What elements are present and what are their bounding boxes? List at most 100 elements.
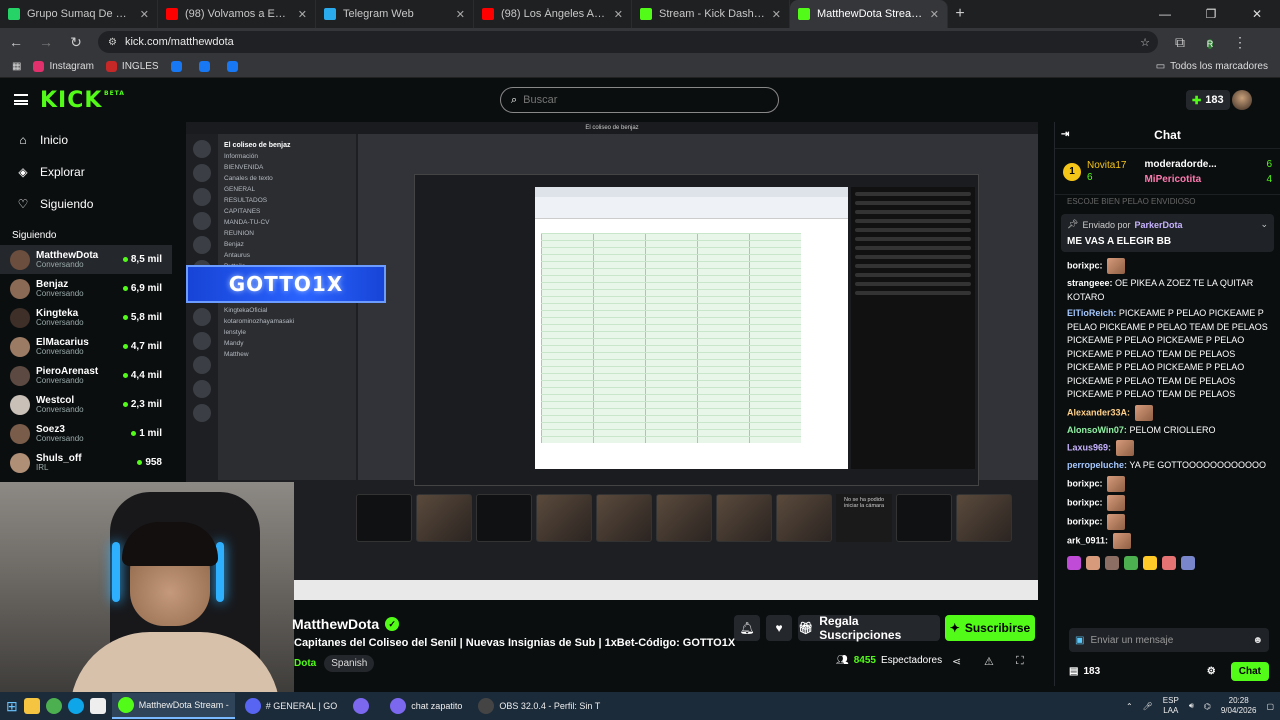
browser-tab[interactable]: Grupo Sumaq De Crispín Alegría ✕ (0, 0, 158, 28)
close-tab-icon[interactable]: ✕ (930, 8, 939, 21)
chat-username[interactable]: borixpc: (1067, 497, 1103, 507)
network-icon[interactable]: ⌬ (1204, 702, 1211, 711)
following-channel[interactable]: MatthewDota Conversando 8,5 mil (0, 245, 172, 274)
file-explorer-icon[interactable] (23, 698, 40, 714)
bookmark-star-icon[interactable]: ☆ (1140, 36, 1150, 49)
kick-logo[interactable]: KICK BETA (40, 88, 124, 113)
hamburger-menu-icon[interactable] (14, 94, 28, 105)
taskbar-app[interactable]: # GENERAL | GO (239, 693, 344, 719)
language-indicator[interactable]: ESP LAA (1163, 696, 1179, 715)
notification-bell-button[interactable]: 🔔︎ (734, 615, 760, 641)
emote[interactable] (1067, 555, 1081, 570)
pinned-message[interactable]: 📌︎ Enviado por ParkerDota ⌄ ME VAS A ELE… (1061, 214, 1274, 252)
close-window-button[interactable]: ✕ (1234, 0, 1280, 28)
following-channel[interactable]: Soez3 Conversando 1 mil (0, 419, 172, 448)
send-chat-button[interactable]: Chat (1230, 661, 1269, 681)
reload-button[interactable]: ↻ (68, 34, 84, 51)
nav-item-explorar[interactable]: ◈ Explorar (0, 156, 172, 188)
channel-name[interactable]: MatthewDota ✓ (292, 616, 400, 632)
browser-tab[interactable]: (98) Los Ángeles Azules - Nunc ✕ (474, 0, 632, 28)
chat-username[interactable]: ark_0911: (1067, 535, 1108, 545)
windows-start-icon[interactable]: ⊞ (6, 698, 18, 715)
close-tab-icon[interactable]: ✕ (456, 8, 465, 21)
emoji-icon[interactable]: ☻ (1252, 635, 1263, 646)
stream-video[interactable]: El coliseo de benjaz El coliseo de benja… (186, 122, 1038, 600)
chat-username[interactable]: ElTioReich: (1067, 308, 1116, 318)
settings-icon[interactable]: ⚙ (1207, 666, 1216, 677)
bookmark-item[interactable]: Instagram (33, 61, 94, 72)
store-icon[interactable] (89, 698, 106, 714)
bookmark-item[interactable] (226, 61, 243, 72)
search-input[interactable] (523, 94, 754, 106)
url-field[interactable]: ⚙ kick.com/matthewdota ☆ (98, 31, 1158, 53)
close-tab-icon[interactable]: ✕ (140, 8, 149, 21)
emote[interactable] (1124, 555, 1138, 570)
following-channel[interactable]: PieroArenast Conversando 4,4 mil (0, 361, 172, 390)
browser-tab[interactable]: MatthewDota Stream - Wa ✕ (790, 0, 948, 28)
clip-icon[interactable]: ⛶ (1016, 655, 1024, 668)
more-menu-icon[interactable]: ⋮ (1232, 34, 1248, 51)
close-tab-icon[interactable]: ✕ (614, 8, 623, 21)
following-channel[interactable]: ElMacarius Conversando 4,7 mil (0, 332, 172, 361)
gifter-name[interactable]: moderadorde... (1144, 157, 1216, 172)
bookmark-item[interactable] (170, 61, 187, 72)
taskbar-app[interactable]: OBS 32.0.4 - Perfil: Sin T (472, 693, 606, 719)
chrome-icon[interactable] (45, 698, 62, 714)
chat-username[interactable]: Laxus969: (1067, 442, 1111, 452)
apps-grid-icon[interactable]: ▦ (12, 61, 21, 72)
gifter-name[interactable]: Novita17 (1087, 160, 1126, 172)
close-tab-icon[interactable]: ✕ (298, 8, 307, 21)
emote[interactable] (1143, 555, 1157, 570)
taskbar-app[interactable]: MatthewDota Stream - (111, 693, 235, 719)
bookmark-item[interactable] (198, 61, 215, 72)
share-icon[interactable]: ⋖ (952, 655, 961, 668)
close-tab-icon[interactable]: ✕ (772, 8, 781, 21)
kicks-balance[interactable]: ✚ 183 (1186, 90, 1230, 110)
edge-icon[interactable] (67, 698, 84, 714)
chat-username[interactable]: perropeluche: (1067, 460, 1127, 470)
browser-tab[interactable]: Telegram Web ✕ (316, 0, 474, 28)
volume-icon[interactable]: 🔊︎ (1189, 701, 1194, 711)
following-channel[interactable]: Benjaz Conversando 6,9 mil (0, 274, 172, 303)
profile-button[interactable]: R (1202, 34, 1218, 51)
nav-item-siguiendo[interactable]: ♡ Siguiendo (0, 188, 172, 220)
browser-tab[interactable]: (98) Volvamos a Empezar - You ✕ (158, 0, 316, 28)
chat-input[interactable]: ▣ Enviar un mensaje ☻ (1069, 628, 1269, 652)
maximize-button[interactable]: ❐ (1188, 0, 1234, 28)
new-tab-button[interactable]: + (948, 5, 972, 23)
following-channel[interactable]: Shuls_off IRL 958 (0, 448, 172, 477)
clock[interactable]: 20:28 9/04/2026 (1221, 696, 1257, 715)
pinned-user[interactable]: ParkerDota (1134, 220, 1182, 230)
taskbar-app[interactable]: chat zapatito (384, 693, 468, 719)
chat-username[interactable]: strangeee: (1067, 278, 1113, 288)
gift-subs-button[interactable]: 🎁︎ Regala Suscripciones (798, 614, 940, 642)
gifter-name[interactable]: MiPericotita (1144, 172, 1201, 187)
chat-username[interactable]: borixpc: (1067, 260, 1103, 270)
follow-heart-button[interactable]: ♥ (766, 615, 792, 641)
site-info-icon[interactable]: ⚙ (108, 37, 117, 48)
language-tag[interactable]: Spanish (324, 655, 375, 672)
emote[interactable] (1181, 555, 1195, 570)
report-icon[interactable]: ⚠ (984, 655, 994, 668)
bookmark-item[interactable]: INGLES (105, 61, 159, 72)
user-avatar[interactable] (1232, 90, 1252, 110)
following-channel[interactable]: Westcol Conversando 2,3 mil (0, 390, 172, 419)
browser-tab[interactable]: Stream - Kick Dashboard ✕ (632, 0, 790, 28)
nav-item-inicio[interactable]: ⌂ Inicio (0, 124, 172, 156)
chat-username[interactable]: Alexander33A: (1067, 407, 1130, 417)
emote[interactable] (1086, 555, 1100, 570)
chevron-up-icon[interactable]: ⌃ (1126, 702, 1133, 711)
notifications-icon[interactable]: ▢ (1266, 702, 1274, 711)
forward-button[interactable]: → (38, 34, 54, 50)
extensions-icon[interactable]: ⧉ (1172, 34, 1188, 51)
mic-icon[interactable]: 🎤︎ (1143, 702, 1153, 711)
emote[interactable] (1162, 555, 1176, 570)
emote[interactable] (1105, 555, 1119, 570)
chat-username[interactable]: borixpc: (1067, 478, 1103, 488)
collapse-chat-icon[interactable]: ⇥ (1061, 129, 1069, 140)
chat-username[interactable]: AlonsoWin07: (1067, 425, 1127, 435)
back-button[interactable]: ← (8, 34, 24, 50)
chat-username[interactable]: borixpc: (1067, 516, 1103, 526)
search-box[interactable]: ⌕ (500, 87, 779, 113)
all-bookmarks-button[interactable]: ▭ Todos los marcadores (1156, 61, 1268, 72)
